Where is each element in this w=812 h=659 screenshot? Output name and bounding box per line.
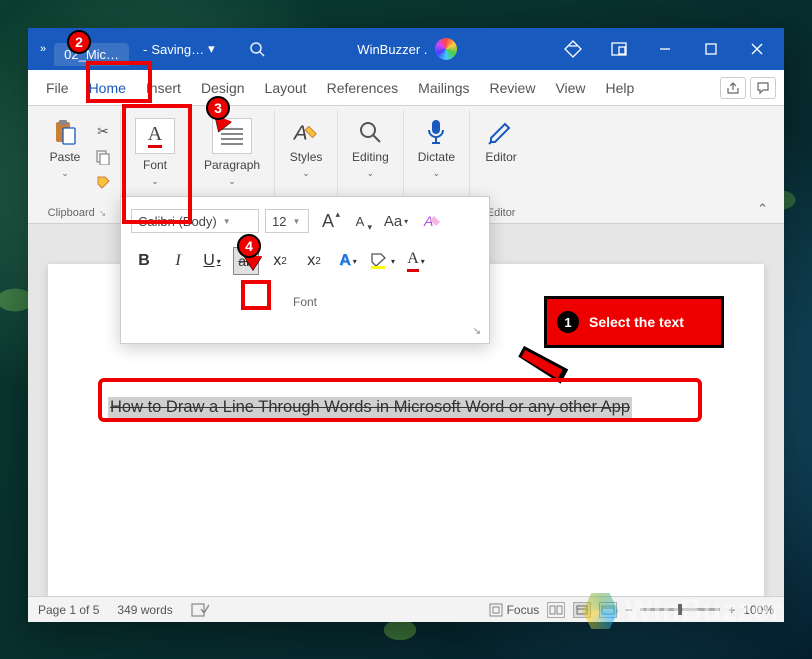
account-avatar-icon[interactable] — [435, 38, 457, 60]
chevron-down-icon: ⌄ — [433, 168, 441, 179]
dictate-label: Dictate — [418, 150, 455, 164]
page-indicator[interactable]: Page 1 of 5 — [38, 603, 99, 617]
chevron-down-icon: ▼ — [223, 217, 231, 226]
editing-button[interactable]: Editing ⌄ — [344, 114, 397, 183]
chevron-down-icon: ⌄ — [367, 168, 375, 179]
status-text: Saving… — [151, 42, 204, 57]
qat-overflow-icon[interactable]: » — [40, 43, 46, 55]
styles-label: Styles — [290, 150, 323, 164]
step-marker-4: 4 — [237, 234, 261, 258]
selected-text[interactable]: How to Draw a Line Through Words in Micr… — [108, 397, 632, 418]
find-icon — [356, 118, 384, 146]
tab-file[interactable]: File — [36, 70, 79, 106]
font-color-button[interactable]: A▾ — [403, 247, 429, 275]
subscript-button[interactable]: x2 — [267, 247, 293, 275]
font-color-icon: A — [135, 118, 175, 154]
callout-select-text: 1 Select the text — [544, 296, 724, 348]
format-painter-button[interactable] — [92, 172, 114, 194]
editor-icon — [487, 118, 515, 146]
paste-label: Paste — [50, 150, 81, 164]
change-case-button[interactable]: Aa▾ — [379, 209, 413, 233]
tab-view[interactable]: View — [545, 70, 595, 106]
paste-button[interactable]: Paste ⌄ — [40, 114, 90, 183]
app-name: WinBuzzer . — [357, 42, 427, 57]
group-label: Clipboard — [48, 207, 95, 219]
tab-home[interactable]: Home — [79, 70, 136, 106]
spellcheck-icon[interactable] — [191, 603, 209, 617]
read-mode-icon[interactable] — [547, 602, 565, 618]
collapse-ribbon-icon[interactable]: ⌃ — [747, 195, 778, 223]
dictate-button[interactable]: Dictate ⌄ — [410, 114, 463, 183]
svg-text:A: A — [292, 121, 308, 144]
shrink-font-button[interactable]: A▾ — [347, 209, 373, 233]
flyout-label: Font — [131, 295, 479, 309]
tab-layout[interactable]: Layout — [255, 70, 317, 106]
focus-label: Focus — [507, 603, 540, 617]
watermark: WinBuzzer — [582, 593, 782, 629]
font-size-value: 12 — [272, 214, 286, 229]
maximize-button[interactable] — [688, 28, 734, 70]
search-icon[interactable] — [249, 41, 265, 57]
superscript-button[interactable]: x2 — [301, 247, 327, 275]
editor-button[interactable]: Editor — [476, 114, 526, 168]
underline-button[interactable]: U▾ — [199, 247, 225, 275]
chevron-down-icon: ▾ — [208, 41, 215, 57]
editing-label: Editing — [352, 150, 389, 164]
comments-button[interactable] — [750, 77, 776, 99]
copy-button[interactable] — [92, 146, 114, 168]
step-marker-2: 2 — [67, 30, 91, 54]
step-marker-4-pointer — [244, 256, 262, 270]
grow-font-button[interactable]: A▴ — [315, 209, 341, 233]
sep: - — [143, 42, 147, 57]
share-button[interactable] — [720, 77, 746, 99]
ribbon-tabs: File Home Insert Design Layout Reference… — [28, 70, 784, 106]
cut-button[interactable]: ✂ — [92, 120, 114, 142]
italic-button[interactable]: I — [165, 247, 191, 275]
step-number: 1 — [557, 311, 579, 333]
diamond-icon[interactable] — [550, 28, 596, 70]
document-name[interactable]: 02_Mic… — [54, 43, 129, 66]
font-name-combo[interactable]: Calibri (Body) ▼ — [131, 209, 259, 233]
focus-icon[interactable]: Focus — [489, 603, 540, 617]
clear-formatting-button[interactable]: A — [419, 209, 445, 233]
chevron-down-icon: ⌄ — [302, 168, 310, 179]
font-name-value: Calibri (Body) — [138, 214, 217, 229]
editor-label: Editor — [485, 150, 516, 164]
close-button[interactable] — [734, 28, 780, 70]
tab-help[interactable]: Help — [596, 70, 645, 106]
tab-insert[interactable]: Insert — [136, 70, 191, 106]
tab-references[interactable]: References — [317, 70, 409, 106]
paragraph-label: Paragraph — [204, 158, 260, 172]
microphone-icon — [422, 118, 450, 146]
window-layout-icon[interactable] — [596, 28, 642, 70]
minimize-button[interactable] — [642, 28, 688, 70]
font-size-combo[interactable]: 12 ▼ — [265, 209, 309, 233]
highlight-button[interactable]: ▾ — [369, 247, 395, 275]
bold-button[interactable]: B — [131, 247, 157, 275]
text-effects-button[interactable]: A▾ — [335, 247, 361, 275]
word-count[interactable]: 349 words — [117, 603, 172, 617]
styles-icon: A — [292, 118, 320, 146]
watermark-logo-icon — [582, 593, 618, 629]
chevron-down-icon: ⌄ — [228, 176, 236, 187]
tab-review[interactable]: Review — [480, 70, 546, 106]
dialog-launcher-icon[interactable]: ↘ — [99, 208, 107, 219]
chevron-down-icon: ⌄ — [151, 176, 159, 187]
dialog-launcher-icon[interactable]: ↘ — [473, 326, 481, 337]
font-label: Font — [143, 158, 167, 172]
chevron-down-icon: ⌄ — [61, 168, 69, 179]
group-label: Editor — [487, 207, 516, 219]
save-status[interactable]: - Saving… ▾ — [137, 41, 221, 57]
group-clipboard: Paste ⌄ ✂ Clipboard ↘ — [34, 110, 121, 223]
styles-button[interactable]: A Styles ⌄ — [281, 114, 331, 183]
callout-text: Select the text — [589, 314, 684, 330]
font-group-button[interactable]: A Font ⌄ — [127, 114, 183, 191]
step-marker-3: 3 — [206, 96, 230, 120]
tab-mailings[interactable]: Mailings — [408, 70, 479, 106]
chevron-down-icon: ▼ — [292, 217, 300, 226]
font-flyout: Calibri (Body)▼ 12▼ A▴ A▾ Aa▾ A B I U▾ a… — [120, 196, 490, 344]
paste-icon — [51, 118, 79, 146]
titlebar: » 02_Mic… - Saving… ▾ WinBuzzer . — [28, 28, 784, 70]
paragraph-group-button[interactable]: Paragraph ⌄ — [196, 114, 268, 191]
